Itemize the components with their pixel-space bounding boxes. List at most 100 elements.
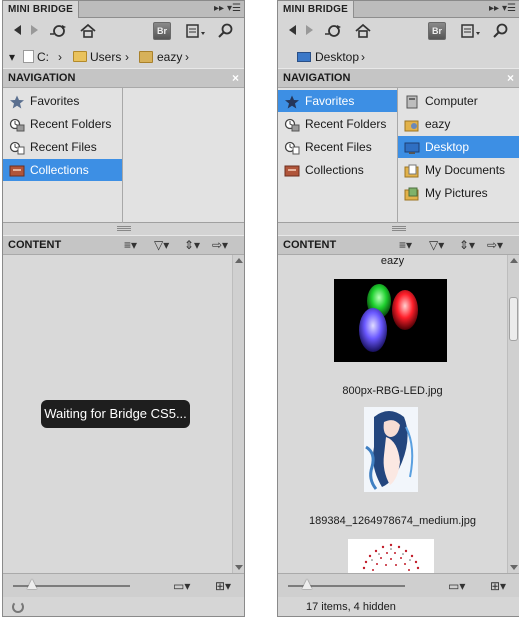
thumbnail-caption[interactable]: 800px-RBG-LED.jpg: [278, 385, 507, 397]
close-icon[interactable]: ×: [232, 69, 239, 88]
recent-files-icon: [284, 140, 300, 155]
view-mode-icon[interactable]: [185, 22, 207, 40]
panel-tab[interactable]: MINI BRIDGE: [278, 1, 354, 18]
favorites-list: Computer eazy Desktop My Documents My Pi…: [398, 88, 519, 223]
pane-splitter[interactable]: [3, 223, 244, 235]
nav-item-collections[interactable]: Collections: [278, 159, 397, 181]
collapse-icon[interactable]: ▸▸: [489, 1, 499, 18]
nav-item-favorites[interactable]: Favorites: [3, 90, 122, 112]
scroll-up-icon[interactable]: [235, 258, 243, 263]
favorite-item-eazy[interactable]: eazy: [398, 113, 519, 135]
loading-message: Waiting for Bridge CS5...: [41, 400, 190, 428]
panel-tab-bar: MINI BRIDGE ▸▸ ▾☰: [278, 1, 519, 18]
scroll-thumb[interactable]: [509, 297, 518, 341]
recent-folders-icon: [9, 117, 25, 132]
nav-item-collections[interactable]: Collections: [3, 159, 122, 181]
favorite-item-computer[interactable]: Computer: [398, 90, 519, 112]
star-icon: [9, 94, 25, 109]
vertical-scrollbar[interactable]: [232, 255, 244, 573]
favorite-item-desktop[interactable]: Desktop: [398, 136, 519, 158]
chevron-right-icon[interactable]: ›: [185, 48, 189, 66]
collapse-icon[interactable]: ▸▸: [214, 1, 224, 18]
output-icon[interactable]: ⇨▾: [212, 236, 228, 255]
content-header: CONTENT ≡▾ ▽▾ ⇕▾ ⇨▾: [3, 235, 244, 255]
content-title: CONTENT: [8, 239, 62, 251]
slider-knob[interactable]: [302, 579, 312, 589]
recent-files-icon: [9, 140, 25, 155]
thumbnail-anime-image[interactable]: [364, 407, 418, 492]
grip-icon: [116, 226, 131, 231]
chevron-right-icon[interactable]: ›: [58, 48, 62, 66]
forward-icon[interactable]: [29, 22, 43, 40]
search-icon[interactable]: [217, 22, 235, 40]
mini-bridge-panel-right: MINI BRIDGE ▸▸ ▾☰ Br Desktop › NAVIGATIO…: [277, 0, 519, 617]
slider-knob[interactable]: [27, 579, 37, 589]
computer-icon: [404, 94, 420, 109]
bridge-button[interactable]: Br: [153, 22, 171, 40]
content-pane: eazy 800px-RBG-LED.jpg 189384_1264978674…: [278, 255, 519, 573]
back-icon[interactable]: [11, 22, 25, 40]
nav-item-recent-files[interactable]: Recent Files: [278, 136, 397, 158]
documents-icon: [404, 163, 420, 178]
navigation-title: NAVIGATION: [283, 72, 351, 84]
nav-item-recent-folders[interactable]: Recent Folders: [3, 113, 122, 135]
thumbnail-dots-image[interactable]: [348, 539, 434, 573]
scroll-up-icon[interactable]: [510, 258, 518, 263]
vertical-scrollbar[interactable]: [507, 255, 519, 573]
thumbnail-led-image[interactable]: [334, 279, 447, 362]
panel-tab-bar: MINI BRIDGE ▸▸ ▾☰: [3, 1, 244, 18]
breadcrumb-item-drive[interactable]: C:: [23, 48, 49, 66]
scroll-down-icon[interactable]: [510, 565, 518, 570]
close-icon[interactable]: ×: [507, 69, 514, 88]
panel-tab[interactable]: MINI BRIDGE: [3, 1, 79, 18]
chevron-down-icon[interactable]: ▾: [9, 48, 15, 66]
breadcrumb-item-eazy[interactable]: eazy: [139, 48, 182, 66]
thumbnail-caption[interactable]: 189384_1264978674_medium.jpg: [278, 515, 507, 527]
monitor-icon: [297, 52, 311, 62]
nav-item-recent-files[interactable]: Recent Files: [3, 136, 122, 158]
user-folder-icon: [139, 51, 153, 63]
toolbar: Br: [278, 18, 519, 44]
search-icon[interactable]: [492, 22, 510, 40]
navigation-title: NAVIGATION: [8, 72, 76, 84]
tools-icon[interactable]: ⇕▾: [184, 236, 200, 255]
view-mode-icon[interactable]: [460, 22, 482, 40]
grid-view-icon[interactable]: ⊞▾: [215, 578, 231, 594]
filter-icon[interactable]: ▽▾: [154, 236, 169, 255]
pictures-icon: [404, 186, 420, 201]
sort-icon[interactable]: ≡▾: [399, 236, 412, 255]
breadcrumb-item-desktop[interactable]: Desktop: [297, 48, 359, 66]
thumbnail-caption[interactable]: eazy: [278, 255, 507, 267]
breadcrumb: Desktop ›: [278, 44, 519, 68]
sync-icon[interactable]: [47, 22, 71, 40]
status-text: 17 items, 4 hidden: [306, 601, 396, 613]
nav-item-recent-folders[interactable]: Recent Folders: [278, 113, 397, 135]
nav-item-favorites[interactable]: Favorites: [278, 90, 397, 112]
pane-splitter[interactable]: [278, 223, 519, 235]
home-icon[interactable]: [79, 22, 97, 40]
grid-view-icon[interactable]: ⊞▾: [490, 578, 506, 594]
tools-icon[interactable]: ⇕▾: [459, 236, 475, 255]
sort-icon[interactable]: ≡▾: [124, 236, 137, 255]
home-icon[interactable]: [354, 22, 372, 40]
scroll-down-icon[interactable]: [235, 565, 243, 570]
filter-icon[interactable]: ▽▾: [429, 236, 444, 255]
mini-bridge-panel-left: MINI BRIDGE ▸▸ ▾☰ Br ▾ C: › Users › eazy…: [2, 0, 245, 617]
bridge-button[interactable]: Br: [428, 22, 446, 40]
breadcrumb-item-users[interactable]: Users: [73, 48, 121, 66]
panel-menu-icon[interactable]: ▾☰: [502, 1, 516, 18]
content-header: CONTENT ≡▾ ▽▾ ⇕▾ ⇨▾: [278, 235, 519, 255]
favorite-item-my-pictures[interactable]: My Pictures: [398, 182, 519, 204]
favorite-item-my-documents[interactable]: My Documents: [398, 159, 519, 181]
bottom-toolbar: ▭▾ ⊞▾: [278, 573, 519, 597]
panel-menu-icon[interactable]: ▾☰: [227, 1, 241, 18]
back-icon[interactable]: [286, 22, 300, 40]
sync-icon[interactable]: [322, 22, 346, 40]
chevron-right-icon[interactable]: ›: [361, 48, 365, 66]
preview-icon[interactable]: ▭▾: [173, 578, 190, 594]
forward-icon[interactable]: [304, 22, 318, 40]
output-icon[interactable]: ⇨▾: [487, 236, 503, 255]
spinner-icon: [12, 601, 24, 613]
preview-icon[interactable]: ▭▾: [448, 578, 465, 594]
chevron-right-icon[interactable]: ›: [125, 48, 129, 66]
